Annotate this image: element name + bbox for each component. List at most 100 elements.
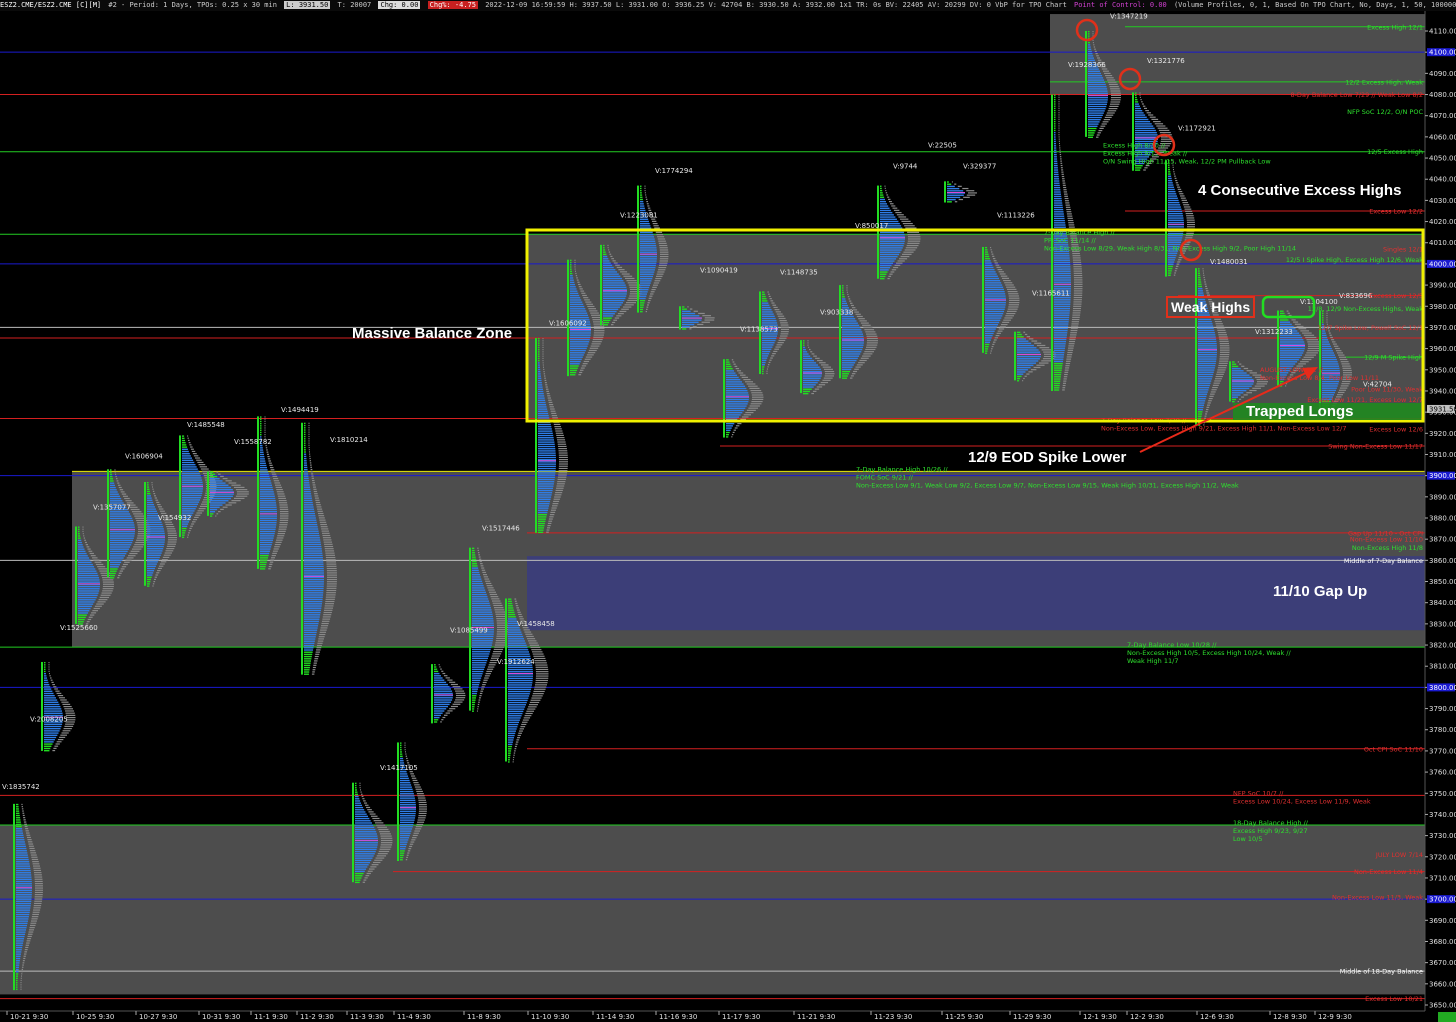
volume-row — [993, 339, 997, 341]
tpo-row — [726, 385, 746, 387]
volume-row — [124, 561, 130, 563]
tpo-row — [182, 525, 188, 528]
price-tick-label: 4080.00 — [1429, 91, 1456, 99]
tpo-row — [640, 277, 653, 280]
volume-row — [326, 576, 337, 578]
tpo-row — [304, 660, 312, 662]
tpo-row — [78, 616, 86, 619]
volume-row — [134, 544, 145, 546]
tpo-row — [1168, 226, 1184, 228]
tpo-row — [762, 344, 774, 346]
tpo-row — [304, 506, 314, 508]
tpo-row — [182, 464, 196, 466]
volume-row — [649, 295, 653, 297]
tpo-row — [603, 302, 624, 304]
tpo-row — [355, 864, 369, 866]
tpo-row — [1054, 160, 1058, 162]
volume-label: V:1494419 — [281, 406, 319, 414]
tpo-row — [400, 760, 404, 762]
volume-row — [1067, 217, 1073, 219]
tpo-row — [1135, 134, 1158, 136]
volume-row — [379, 848, 391, 850]
tpo-row — [355, 815, 369, 818]
volume-row — [1219, 338, 1229, 340]
volume-row — [371, 864, 379, 866]
tpo-row — [304, 446, 306, 449]
volume-row — [780, 326, 789, 328]
volume-row — [97, 601, 106, 603]
volume-label: V:1835742 — [2, 783, 40, 791]
tpo-row — [355, 853, 375, 855]
tpo-row — [304, 444, 306, 447]
tpo-row — [508, 699, 528, 702]
volume-row — [592, 341, 602, 343]
level-note: 7-Day Balance Low 10/28 // — [1127, 641, 1217, 649]
tpo-row — [640, 280, 652, 282]
level-label: Middle of 18-Day Balance — [1340, 968, 1423, 976]
volume-row — [771, 355, 775, 357]
volume-row — [624, 304, 634, 306]
date-label: 11-4 9:30 — [397, 1013, 431, 1021]
tpo-row — [640, 308, 644, 311]
tpo-row — [880, 207, 890, 209]
tpo-row — [110, 552, 127, 555]
tpo-row — [538, 494, 552, 496]
tpo-row — [726, 389, 748, 392]
tpo-row — [880, 262, 894, 264]
tpo-row — [472, 613, 493, 616]
tpo-row — [726, 422, 735, 425]
tpo-row — [1088, 101, 1108, 103]
tpo-row — [985, 251, 989, 253]
volume-row — [477, 549, 479, 552]
tpo-row — [570, 310, 587, 312]
tpo-row — [260, 420, 262, 423]
volume-row — [310, 468, 313, 471]
volume-row — [646, 203, 649, 205]
volume-row — [266, 453, 269, 455]
volume-row — [119, 570, 124, 572]
tpo-row — [508, 723, 519, 726]
tpo-row — [1054, 263, 1071, 266]
price-tick-label: 4020.00 — [1429, 218, 1456, 226]
volume-row — [576, 279, 579, 281]
tpo-row — [260, 565, 266, 568]
volume-row — [136, 537, 149, 539]
volume-row — [533, 690, 545, 693]
tpo-row — [1054, 202, 1063, 204]
volume-row — [1008, 301, 1020, 304]
tpo-row — [304, 473, 309, 475]
volume-row — [775, 311, 782, 313]
tpo-row — [762, 335, 778, 337]
volume-row — [620, 271, 628, 273]
volume-row — [1065, 204, 1070, 206]
tpo-row — [842, 368, 852, 371]
volume-row — [593, 323, 604, 325]
tpo-row — [1054, 376, 1061, 378]
tpo-chart[interactable]: V:1347219V:1928366V:1321776V:1172921V:22… — [0, 0, 1456, 1022]
tpo-row — [762, 302, 769, 304]
tpo-row — [880, 194, 884, 196]
tpo-row — [640, 284, 650, 286]
tpo-row — [762, 311, 773, 313]
tpo-row — [400, 850, 405, 852]
tpo-row — [1017, 362, 1036, 364]
volume-row — [613, 319, 618, 321]
volume-row — [1097, 132, 1101, 134]
tpo-row — [355, 822, 372, 824]
volume-row — [1058, 140, 1060, 142]
tpo-row — [182, 503, 199, 506]
tpo-row — [880, 231, 905, 234]
tpo-row — [726, 372, 736, 374]
volume-row — [891, 269, 897, 271]
volume-row — [1204, 417, 1206, 419]
tpo-row — [842, 375, 848, 377]
volume-label: V:1223081 — [620, 211, 658, 219]
tpo-row — [78, 601, 95, 603]
volume-row — [325, 554, 335, 556]
volume-row — [26, 940, 31, 942]
tpo-row — [16, 962, 20, 964]
tpo-row — [78, 528, 80, 531]
tpo-row — [1168, 199, 1179, 202]
volume-row — [522, 721, 528, 723]
volume-row — [236, 491, 249, 493]
